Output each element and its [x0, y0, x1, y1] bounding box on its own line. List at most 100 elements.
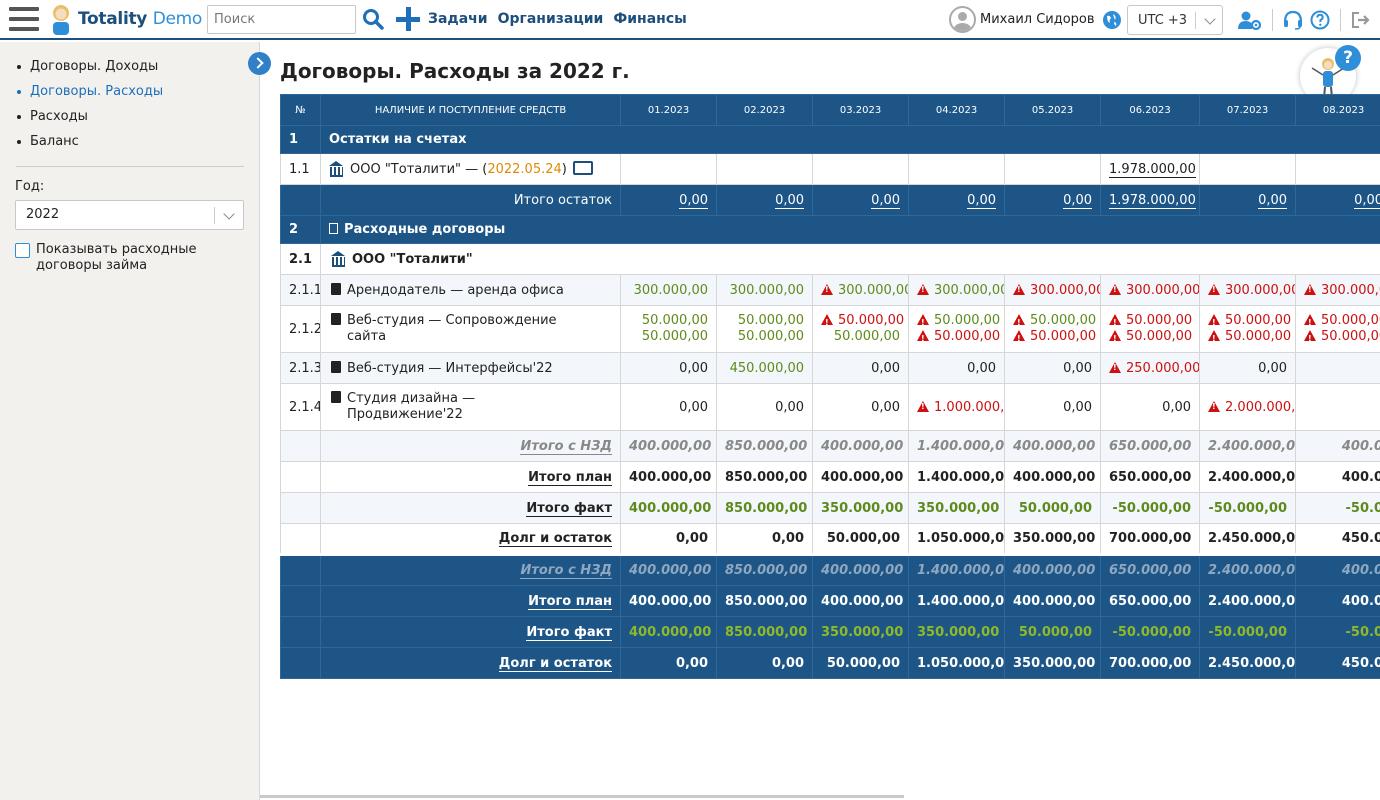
- table-cell: 0,00: [1004, 352, 1102, 384]
- table-cell: 700.000,00: [1100, 523, 1201, 555]
- cell-line: 50.000,00: [821, 313, 904, 331]
- cell-line: 300.000,00: [1109, 283, 1199, 298]
- table-cell: 350.000,00: [1004, 523, 1102, 555]
- add-icon[interactable]: [395, 6, 421, 32]
- table-cell: 2.450.000,00: [1199, 647, 1297, 679]
- cell-value: 400.000,00: [1013, 593, 1096, 609]
- table-cell: 400.000,00: [812, 585, 910, 617]
- table-cell: 50.000,0050.000,00: [1100, 305, 1201, 353]
- table-cell: 400.0: [1295, 585, 1380, 617]
- warning-icon: [1208, 283, 1221, 295]
- column-header-month: 07.2023: [1199, 94, 1297, 126]
- timezone-select[interactable]: UTC +3: [1127, 5, 1223, 35]
- logo[interactable]: Totality Demo: [48, 3, 202, 35]
- total-label-text: Итого план: [528, 469, 613, 486]
- nav-tasks[interactable]: Задачи: [428, 11, 488, 27]
- cell-value: 400.000,00: [629, 500, 712, 516]
- year-select[interactable]: 2022: [15, 200, 244, 230]
- cell-value: 0,00: [1354, 192, 1380, 209]
- user-menu[interactable]: Михаил Сидоров: [949, 6, 1095, 33]
- table-cell: 850.000,00: [716, 554, 814, 586]
- row-number: 2.1.1: [280, 274, 321, 306]
- menu-icon[interactable]: [9, 7, 39, 31]
- contract-name: Веб-студия — Сопровождение сайта: [331, 313, 612, 345]
- loan-contracts-toggle[interactable]: Показывать расходные договоры займа: [15, 242, 259, 274]
- year-label: Год:: [15, 179, 45, 194]
- account-card-icon[interactable]: [572, 161, 593, 175]
- horizontal-scrollbar[interactable]: [260, 795, 904, 798]
- table-cell: 0,00: [716, 383, 814, 431]
- user-settings-icon[interactable]: [1237, 10, 1262, 31]
- contract-name-cell[interactable]: Веб-студия — Интерфейсы'22: [319, 352, 622, 384]
- column-header-number: №: [280, 94, 321, 126]
- contract-row: 2.1.4 Студия дизайна — Продвижение'22 0,00 0…: [280, 383, 1380, 431]
- contract-name-cell[interactable]: Студия дизайна — Продвижение'22: [319, 383, 622, 431]
- nav-finance[interactable]: Финансы: [613, 11, 686, 27]
- account-name-cell[interactable]: ООО "Тоталити" — (2022.05.24): [319, 153, 622, 185]
- cell-value: 650.000,00: [1109, 593, 1192, 609]
- table-cell: 350.000,00: [1004, 647, 1102, 679]
- logout-icon[interactable]: [1350, 10, 1372, 30]
- contract-row: 2.1.1 Арендодатель — аренда офиса 300.000,…: [280, 274, 1380, 306]
- search-input[interactable]: [207, 4, 357, 34]
- cell-line: 300.000,00: [917, 283, 1004, 298]
- sidebar-item[interactable]: Договоры. Доходы: [0, 58, 259, 83]
- contract-name: Веб-студия — Интерфейсы'22: [331, 360, 612, 376]
- cell-line: 50.000,00: [725, 329, 804, 345]
- support-headset-icon[interactable]: [1282, 10, 1304, 30]
- search-icon[interactable]: [361, 7, 385, 31]
- contract-name-cell[interactable]: Арендодатель — аренда офиса: [319, 274, 622, 306]
- table-cell: [812, 153, 910, 185]
- table-cell: 350.000,00: [812, 492, 910, 524]
- warning-icon: [1208, 400, 1221, 412]
- cell-line: 0,00: [629, 361, 708, 376]
- table-cell: 2.400.000,00: [1199, 554, 1297, 586]
- contract-name-lines: Веб-студия — Сопровождение сайта: [347, 313, 557, 345]
- row-number: 2.1.4: [280, 383, 321, 431]
- sidebar-menu: Договоры. Доходы Договоры. Расходы Расходы…: [0, 58, 259, 158]
- table-cell: 250.000,00: [1100, 352, 1201, 384]
- cell-value: 850.000,00: [725, 438, 808, 454]
- assistant-help-icon[interactable]: ?: [1335, 45, 1361, 71]
- row-number: 2.1.2: [280, 305, 321, 353]
- group-name-cell[interactable]: ООО "Тоталити": [319, 243, 1380, 275]
- cell-line: 50.000,00: [917, 313, 1000, 331]
- table-cell: -50.000,00: [1100, 492, 1201, 524]
- table-cell: 1.000.000,00: [908, 383, 1006, 431]
- table-cell: 50.000,0050.000,00: [620, 305, 718, 353]
- cell-value: 50.000,00: [833, 329, 901, 344]
- sidebar-item[interactable]: Договоры. Расходы: [0, 83, 259, 108]
- globe-icon: [1103, 11, 1121, 29]
- cell-value: 400.000,00: [629, 469, 712, 485]
- cell-value: 350.000,00: [821, 500, 904, 516]
- cell-value: 1.000.000,00: [934, 399, 1005, 415]
- table-cell: 1.050.000,00: [908, 647, 1006, 679]
- cell-value: 0,00: [1063, 399, 1093, 415]
- cell-line: 50.000,00: [1208, 313, 1291, 331]
- warning-icon: [917, 283, 930, 295]
- bank-icon: [329, 161, 344, 177]
- contract-name-cell[interactable]: Веб-студия — Сопровождение сайта: [319, 305, 622, 353]
- nav-organizations[interactable]: Организации: [498, 11, 604, 27]
- row-number: [280, 492, 321, 524]
- table-cell: 50.000,0050.000,00: [1004, 305, 1102, 353]
- table-cell: [620, 153, 718, 185]
- cell-value: 2.450.000,00: [1208, 655, 1296, 671]
- cell-value: 0,00: [675, 531, 709, 546]
- loan-contracts-checkbox[interactable]: [15, 243, 30, 258]
- cell-value: 50.000,00: [1126, 313, 1193, 328]
- help-icon[interactable]: [1310, 10, 1332, 30]
- table-cell: 0,00: [620, 352, 718, 384]
- table-cell: 300.000,00: [1100, 274, 1201, 306]
- sidebar-item[interactable]: Расходы: [0, 108, 259, 133]
- cell-value: 850.000,00: [725, 624, 808, 640]
- sidebar-item[interactable]: Баланс: [0, 133, 259, 158]
- column-header-month: 01.2023: [620, 94, 718, 126]
- total-row: Долг и остаток 0,00 0,00 50.000,00 1.050.000…: [280, 523, 1380, 555]
- table-cell: 2.400.000,00: [1199, 461, 1297, 493]
- collapse-sidebar-button[interactable]: [248, 52, 271, 75]
- cell-line: 50.000,00: [1013, 313, 1096, 331]
- row-number: [280, 647, 321, 679]
- column-header-month: 05.2023: [1004, 94, 1102, 126]
- column-header-month: 02.2023: [716, 94, 814, 126]
